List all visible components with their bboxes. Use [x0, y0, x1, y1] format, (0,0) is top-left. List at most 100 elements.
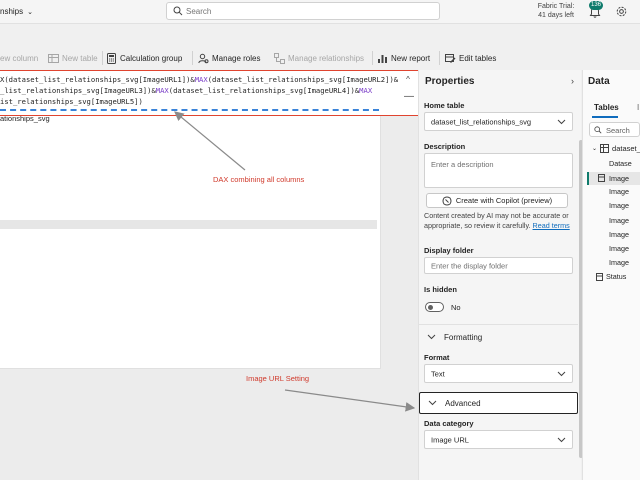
home-table-label: Home table	[424, 101, 465, 110]
new-report-button[interactable]: New report	[377, 51, 430, 65]
tab-tables[interactable]: Tables	[594, 103, 619, 112]
data-pane-title: Data	[588, 76, 610, 87]
global-search[interactable]	[166, 2, 440, 20]
chevron-down-icon	[428, 400, 437, 406]
gear-icon[interactable]	[615, 5, 628, 18]
calculation-group-button[interactable]: Calculation group	[106, 51, 182, 65]
data-category-label: Data category	[424, 419, 474, 428]
section-divider	[419, 324, 578, 325]
tree-item-label: Status	[606, 272, 627, 281]
tree-item-label: Datase	[609, 159, 632, 168]
display-folder-label: Display folder	[424, 246, 474, 255]
manage-relationships-label: Manage relationships	[288, 53, 365, 63]
new-report-label: New report	[391, 53, 431, 63]
dax-line-2-a: _list_relationships_svg[ImageURL3])&	[0, 86, 156, 95]
person-icon	[198, 53, 209, 63]
dax-keyword-max: MAX	[194, 75, 208, 84]
table-card[interactable]: ationships_svg	[0, 110, 381, 369]
tree-root-table[interactable]: ⌄ dataset_li	[592, 144, 640, 153]
chevron-down-icon	[557, 437, 566, 442]
tree-item-column[interactable]: Image	[609, 187, 629, 196]
create-with-copilot-button[interactable]: Create with Copilot (preview)	[426, 193, 568, 208]
ribbon-divider	[102, 51, 103, 65]
dax-selection-underline	[0, 105, 379, 111]
read-terms-link[interactable]: Read terms	[533, 221, 570, 230]
is-hidden-toggle[interactable]	[425, 302, 444, 312]
dax-line-2-c: (dataset_list_relationships_svg[ImageURL…	[168, 86, 360, 95]
tab-tables-underline	[592, 116, 618, 118]
table-icon	[600, 144, 610, 153]
tree-item-label: Image	[609, 216, 629, 225]
collapse-chevron-up-icon[interactable]: ^	[404, 75, 412, 84]
chevron-down-icon	[427, 334, 436, 340]
tree-item-column[interactable]: Image	[609, 258, 629, 267]
manage-roles-label: Manage roles	[212, 53, 261, 63]
home-table-value: dataset_list_relationships_svg	[431, 117, 532, 126]
global-search-input[interactable]	[186, 5, 426, 17]
manage-roles-button[interactable]: Manage roles	[198, 51, 260, 65]
formatting-section-header[interactable]: Formatting	[419, 326, 579, 348]
chevron-right-icon[interactable]: ›	[571, 76, 574, 86]
format-label: Format	[424, 353, 450, 362]
new-table-label: New table	[62, 53, 98, 63]
display-folder-input[interactable]: Enter the display folder	[424, 257, 573, 274]
trial-status: Fabric Trial: 41 days left	[535, 2, 577, 20]
ribbon-divider	[372, 51, 373, 65]
tree-item-label: Image	[609, 230, 629, 239]
dax-line-1-a: X(dataset_list_relationships_svg[ImageUR…	[0, 75, 195, 84]
dax-formula-bar[interactable]: X(dataset_list_relationships_svg[ImageUR…	[0, 70, 419, 116]
display-folder-placeholder: Enter the display folder	[431, 261, 508, 270]
table-card-row	[0, 220, 377, 229]
workspace-title-label: nships	[0, 7, 24, 16]
data-search-placeholder: Search	[606, 126, 630, 135]
tab-other[interactable]: I	[637, 103, 639, 112]
dax-keyword-max: MAX	[155, 86, 169, 95]
formatting-section-label: Formatting	[444, 332, 483, 342]
relationships-icon	[274, 52, 285, 64]
tree-item-label: Image	[609, 258, 629, 267]
tree-item-column[interactable]: Image	[609, 216, 629, 225]
minus-icon[interactable]: —	[404, 91, 414, 102]
tree-item-column-selected[interactable]: Image	[587, 172, 640, 185]
data-search[interactable]: Search	[589, 122, 640, 137]
format-dropdown[interactable]: Text	[424, 364, 573, 383]
description-label: Description	[424, 142, 466, 151]
chevron-down-icon	[557, 119, 566, 124]
column-icon	[596, 272, 603, 281]
trial-days-left: 41 days left	[538, 12, 574, 19]
search-icon	[594, 126, 602, 134]
top-bar: nships⌄ Fabric Trial: 41 days left 136	[0, 0, 640, 24]
ai-disclaimer: Content created by AI may not be accurat…	[424, 211, 576, 231]
advanced-section-header[interactable]: Advanced	[419, 392, 578, 414]
edit-tables-button[interactable]: Edit tables	[445, 51, 496, 65]
tree-item-column[interactable]: Datase	[609, 159, 632, 168]
format-value: Text	[431, 369, 445, 378]
workspace-title[interactable]: nships ⌄	[0, 7, 33, 16]
tree-item-column[interactable]: Image	[609, 244, 629, 253]
description-textarea[interactable]: Enter a description	[424, 153, 573, 188]
home-table-dropdown[interactable]: dataset_list_relationships_svg	[424, 112, 573, 131]
tree-item-column[interactable]: Image	[609, 230, 629, 239]
copilot-icon	[442, 196, 452, 205]
dax-line-1: X(dataset_list_relationships_svg[ImageUR…	[0, 75, 398, 84]
chevron-down-icon: ⌄	[27, 9, 33, 16]
tree-item-column[interactable]: Image	[609, 201, 629, 210]
properties-title: Properties	[425, 76, 475, 87]
advanced-section-label: Advanced	[445, 398, 481, 408]
edit-tables-label: Edit tables	[459, 53, 497, 63]
tree-item-label: Image	[609, 244, 629, 253]
tree-item-column[interactable]: Status	[596, 272, 626, 281]
calculator-icon	[107, 52, 116, 64]
ribbon-divider	[439, 51, 440, 65]
new-column-label: ew column	[0, 53, 39, 63]
data-category-dropdown[interactable]: Image URL	[424, 430, 573, 449]
new-table-button[interactable]: New table	[48, 51, 98, 65]
manage-relationships-button[interactable]: Manage relationships	[274, 51, 364, 65]
new-column-button[interactable]: ew column	[0, 51, 38, 65]
ribbon: ew column New table Calculation group Ma…	[0, 47, 510, 69]
edit-table-icon	[445, 53, 456, 63]
dax-line-1-c: (dataset_list_relationships_svg[ImageURL…	[207, 75, 399, 84]
copilot-button-label: Create with Copilot (preview)	[455, 196, 553, 205]
tree-root-label: dataset_li	[612, 144, 640, 153]
chevron-down-icon: ⌄	[592, 146, 598, 152]
